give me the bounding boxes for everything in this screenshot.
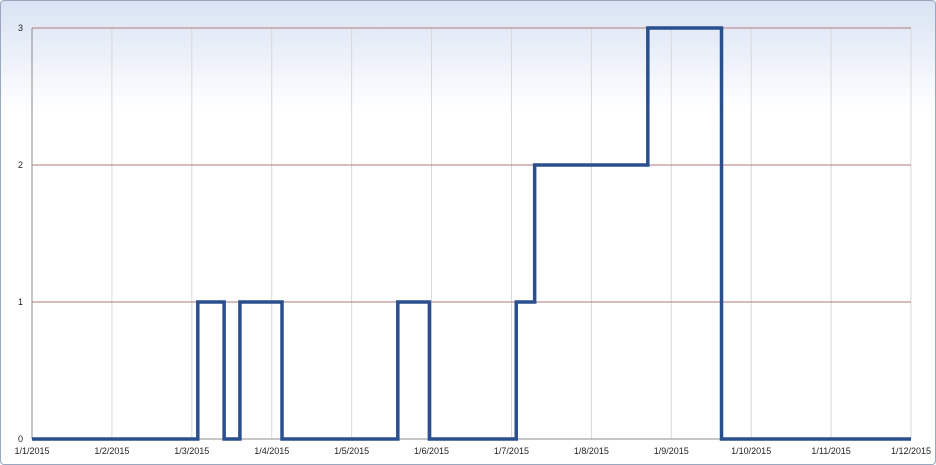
x-tick-label: 1/10/2015 [731,446,771,456]
x-tick-label: 1/1/2015 [14,446,49,456]
x-tick-label: 1/8/2015 [574,446,609,456]
chart-frame: 1/1/2015 1/2/2015 1/3/2015 1/4/2015 1/5/2015… [0,0,936,465]
y-tick-label: 0 [18,434,23,444]
y-tick-label: 3 [18,23,23,33]
x-tick-label: 1/3/2015 [174,446,209,456]
x-tick-label: 1/4/2015 [254,446,289,456]
x-tick-label: 1/5/2015 [334,446,369,456]
x-tick-label: 1/9/2015 [654,446,689,456]
x-tick-label: 1/6/2015 [414,446,449,456]
y-tick-label: 1 [18,297,23,307]
step-line-chart: 1/1/2015 1/2/2015 1/3/2015 1/4/2015 1/5/2015… [14,23,931,456]
series-line [32,26,911,441]
x-tick-label: 1/7/2015 [494,446,529,456]
x-tick-label: 1/2/2015 [94,446,129,456]
x-tick-label: 1/12/2015 [891,446,931,456]
x-tick-label: 1/11/2015 [811,446,850,456]
y-tick-label: 2 [18,160,23,170]
